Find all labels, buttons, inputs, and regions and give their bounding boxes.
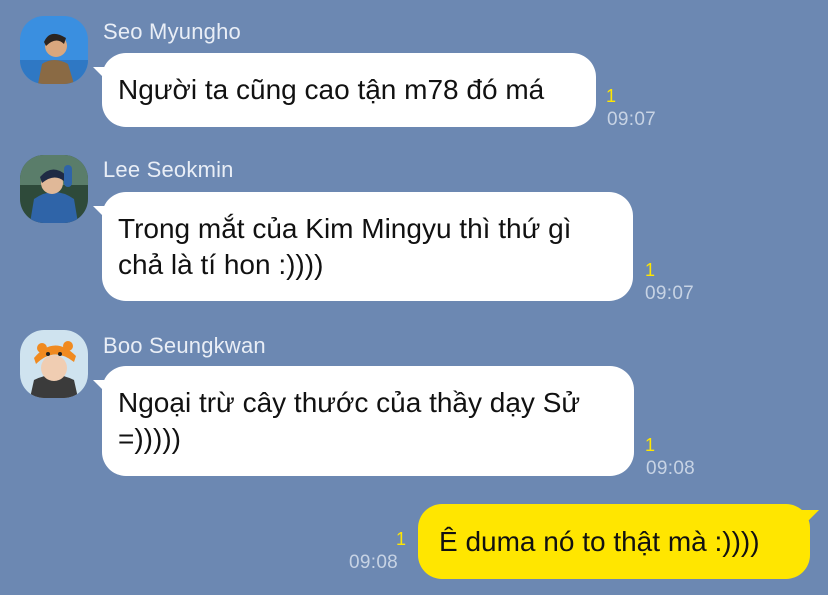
message-text: Ê duma nó to thật mà :)))) <box>439 526 760 557</box>
message-time: 09:07 <box>645 283 695 304</box>
message-bubble-outgoing[interactable]: Ê duma nó to thật mà :)))) <box>418 504 810 579</box>
message-bubble[interactable]: Trong mắt của Kim Mingyu thì thứ gì chả … <box>102 192 633 301</box>
sender-name: Lee Seokmin <box>103 157 234 182</box>
message-text-line: Ngoại trừ cây thước của thầy dạy Sử <box>118 387 581 418</box>
unread-count: 1 <box>645 435 656 455</box>
sender-name: Seo Myungho <box>103 19 241 44</box>
sender-name: Boo Seungkwan <box>103 333 266 358</box>
unread-count: 1 <box>606 86 617 106</box>
message-time: 09:08 <box>646 458 696 479</box>
message-text-line: Trong mắt của Kim Mingyu thì thứ gì <box>118 213 572 244</box>
message-text-line: chả là tí hon :)))) <box>118 249 324 280</box>
message-bubble[interactable]: Ngoại trừ cây thước của thầy dạy Sử =)))… <box>102 366 634 476</box>
message-time: 09:08 <box>349 552 399 573</box>
avatar-photo-icon <box>20 330 88 398</box>
avatar[interactable] <box>20 155 88 223</box>
avatar-photo-icon <box>20 16 88 84</box>
message-time: 09:07 <box>607 109 657 130</box>
message-text: Người ta cũng cao tận m78 đó má <box>118 74 545 105</box>
avatar-photo-icon <box>20 155 88 223</box>
unread-count: 1 <box>396 529 407 549</box>
message-text-line: =))))) <box>118 423 181 454</box>
avatar[interactable] <box>20 330 88 398</box>
unread-count: 1 <box>645 260 656 280</box>
message-bubble[interactable]: Người ta cũng cao tận m78 đó má <box>102 53 596 127</box>
avatar[interactable] <box>20 16 88 84</box>
